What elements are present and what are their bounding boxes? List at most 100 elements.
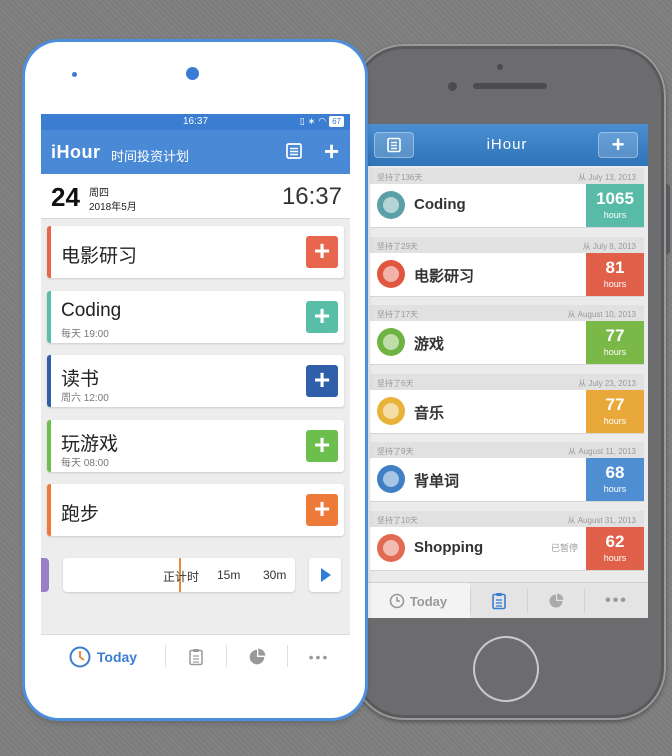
- plus-icon: +: [313, 493, 331, 524]
- start-task-button[interactable]: +: [306, 236, 338, 268]
- app-subtitle: 时间投资计划: [111, 149, 190, 164]
- task-color-bar: [47, 484, 51, 536]
- project-card[interactable]: 坚持了136天 从 July 13, 2013 Coding 1065 hours: [370, 168, 644, 231]
- start-task-button[interactable]: +: [306, 494, 338, 526]
- 15m-label: 15m: [217, 568, 241, 582]
- card-body: 电影研习 81 hours: [370, 252, 644, 297]
- card-body: 背单词 68 hours: [370, 458, 644, 502]
- timer-slider[interactable]: 正计时 15m 30m: [63, 558, 295, 592]
- tab-clipboard[interactable]: [166, 635, 226, 677]
- start-task-button[interactable]: +: [306, 365, 338, 397]
- tab-today[interactable]: Today: [41, 635, 165, 677]
- add-button[interactable]: +: [324, 138, 339, 164]
- tab-stats[interactable]: [528, 583, 584, 618]
- tab-clipboard[interactable]: [471, 583, 527, 618]
- status-icons: ▯∗◠ 67: [300, 116, 344, 127]
- date-header: 24 周四 2018年5月 16:37: [41, 174, 350, 219]
- hours-badge: 77 hours: [586, 321, 644, 364]
- streak-text: 坚持了29天: [377, 241, 418, 251]
- task-card[interactable]: Coding 每天 19:00 +: [47, 290, 344, 343]
- hours-unit: hours: [603, 210, 627, 220]
- hours-value: 68: [605, 463, 625, 482]
- project-name: Coding: [414, 196, 466, 213]
- project-card[interactable]: 坚持了17天 从 August 10, 2013 游戏 77 hours: [370, 305, 644, 368]
- streak-text: 坚持了17天: [377, 310, 418, 319]
- task-schedule: 每天 08:00: [61, 457, 109, 469]
- task-schedule: 周六 12:00: [61, 393, 109, 404]
- streak-text: 坚持了10天: [377, 515, 418, 525]
- project-card[interactable]: 坚持了10天 从 August 31, 2013 Shopping 已暂停 62 hour…: [370, 510, 644, 574]
- project-card[interactable]: 坚持了9天 从 August 11, 2013 背单词 68 hours: [370, 442, 644, 505]
- iphone-speaker: [473, 83, 547, 89]
- iphone-screen: iHour + 坚持了136天 从 July 13, 2013 Coding 1065…: [366, 124, 648, 618]
- timer-handle[interactable]: [41, 558, 49, 592]
- pie-chart-icon: [549, 593, 564, 608]
- clipboard-icon: [189, 648, 203, 665]
- android-sensor: [72, 72, 77, 77]
- task-name: Coding: [61, 299, 122, 321]
- tab-more[interactable]: •••: [288, 635, 350, 677]
- hours-value: 1065: [596, 189, 634, 208]
- book-icon: [377, 465, 405, 493]
- timer-bar: 正计时 15m 30m: [41, 558, 350, 598]
- current-time: 16:37: [281, 183, 342, 210]
- project-card[interactable]: 坚持了29天 从 July 8, 2013 电影研习 81 hours: [370, 236, 644, 300]
- hours-badge: 1065 hours: [586, 184, 644, 227]
- start-date: 从 July 13, 2013: [578, 173, 636, 182]
- more-icon: •••: [308, 648, 330, 665]
- clock-icon: [389, 593, 405, 609]
- project-card[interactable]: 坚持了6天 从 July 23, 2013 音乐 77 hours: [370, 373, 644, 437]
- clipboard-icon[interactable]: [285, 142, 303, 160]
- iphone-front-camera: [448, 82, 457, 91]
- card-meta: 坚持了10天 从 August 31, 2013: [370, 510, 644, 527]
- start-task-button[interactable]: +: [306, 300, 338, 333]
- tab-today-label: Today: [96, 648, 138, 665]
- map-icon: [377, 533, 405, 562]
- streak-text: 坚持了136天: [377, 173, 423, 182]
- task-schedule: 每天 19:00: [61, 328, 109, 340]
- task-card[interactable]: 玩游戏每天 08:00 +: [47, 419, 344, 472]
- hours-unit: hours: [603, 415, 627, 426]
- play-button[interactable]: [309, 558, 341, 592]
- app-brand: iHour: [51, 142, 101, 162]
- card-meta: 坚持了17天 从 August 10, 2013: [370, 305, 644, 321]
- hours-unit: hours: [603, 347, 627, 357]
- date-day: 24: [51, 182, 80, 212]
- paused-label: 已暂停: [550, 542, 578, 553]
- hours-value: 62: [605, 531, 625, 551]
- tab-today[interactable]: Today: [366, 583, 470, 618]
- task-card[interactable]: 电影研习 +: [47, 226, 344, 278]
- hours-value: 81: [605, 257, 625, 277]
- iphone-sensor: [497, 64, 503, 70]
- start-task-button[interactable]: +: [306, 428, 338, 462]
- date-month: 2018年5月: [89, 202, 137, 213]
- android-screen: 16:37 ▯∗◠ 67 iHour 时间投资计划 + 24 周四 2018年5月…: [41, 114, 350, 677]
- iphone-nav-bar: iHour +: [366, 124, 648, 166]
- clipboard-icon: [492, 593, 506, 610]
- hours-unit: hours: [603, 484, 627, 494]
- date-weekday: 周四: [89, 188, 109, 199]
- task-card[interactable]: 跑步 +: [47, 484, 344, 536]
- home-button[interactable]: [473, 636, 539, 702]
- plus-icon: +: [313, 364, 331, 395]
- vibrate-icon: ▯: [299, 116, 308, 126]
- tab-today-label: Today: [409, 593, 448, 609]
- hours-value: 77: [605, 394, 625, 414]
- task-color-bar: [47, 290, 51, 343]
- card-meta: 坚持了6天 从 July 23, 2013: [370, 373, 644, 390]
- hours-badge: 77 hours: [586, 389, 644, 433]
- hours-unit: hours: [603, 278, 627, 289]
- tab-more[interactable]: •••: [585, 583, 648, 618]
- android-front-camera: [186, 67, 199, 80]
- plus-icon: +: [313, 235, 331, 266]
- task-name: 玩游戏: [61, 433, 119, 455]
- plus-icon: +: [313, 428, 331, 460]
- card-body: Shopping 已暂停 62 hours: [370, 526, 644, 571]
- task-card[interactable]: 读书 周六 12:00 +: [47, 355, 344, 407]
- hours-badge: 68 hours: [586, 458, 644, 501]
- add-button[interactable]: +: [598, 132, 638, 158]
- count-up-label: 正计时: [163, 570, 200, 584]
- card-body: Coding 1065 hours: [370, 184, 644, 228]
- tab-stats[interactable]: [227, 635, 287, 677]
- card-meta: 坚持了9天 从 August 11, 2013: [370, 442, 644, 458]
